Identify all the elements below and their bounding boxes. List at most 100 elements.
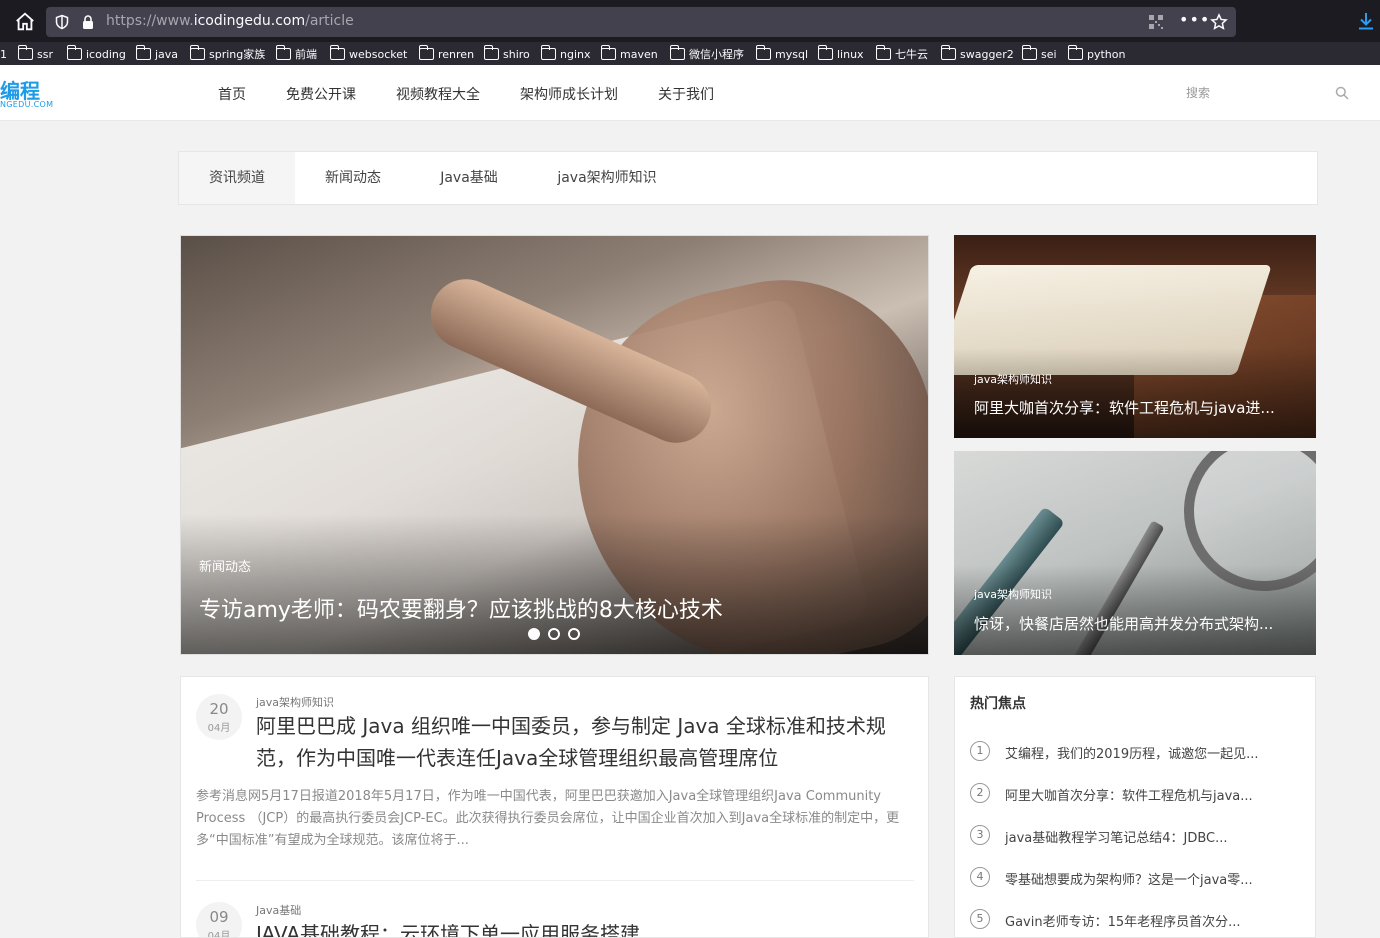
bookmark-label: ssr (37, 47, 53, 61)
bookmark-folder[interactable]: 前端 (276, 45, 317, 63)
bookmark-label: 微信小程序 (689, 48, 744, 61)
bookmark-folder[interactable]: swagger2 (941, 45, 1014, 63)
more-actions-icon[interactable]: ••• (1179, 10, 1209, 32)
bookmark-folder[interactable]: websocket (330, 45, 407, 63)
nav-architect-plan[interactable]: 架构师成长计划 (520, 84, 618, 104)
hot-topic-link[interactable]: 阿里大咖首次分享：软件工程危机与java... (1005, 785, 1253, 804)
folder-icon (756, 45, 771, 60)
search-input[interactable] (1178, 81, 1328, 105)
hot-topic-item[interactable]: 4 零基础想要成为架构师？这是一个java零... (970, 867, 1305, 889)
article-list: 20 04月 java架构师知识 阿里巴巴成 Java 组织唯一中国委员，参与制… (180, 676, 929, 938)
hot-topic-link[interactable]: 艾编程，我们的2019历程，诚邀您一起见... (1005, 743, 1258, 762)
qr-code-icon[interactable] (1148, 14, 1164, 30)
hot-topic-item[interactable]: 5 Gavin老师专访：15年老程序员首次分... (970, 909, 1305, 931)
bookmark-label: python (1087, 47, 1126, 61)
bookmark-label: mysql (775, 47, 808, 61)
shield-icon[interactable] (54, 14, 70, 30)
nav-home[interactable]: 首页 (218, 84, 246, 104)
hot-topic-link[interactable]: java基础教程学习笔记总结4：JDBC... (1005, 827, 1228, 846)
folder-icon (330, 45, 345, 60)
article-day: 09 (209, 908, 229, 926)
bookmark-label: 1 (0, 47, 7, 61)
slider-dot[interactable] (568, 628, 580, 640)
hot-topics-panel: 热门焦点 1 艾编程，我们的2019历程，诚邀您一起见... 2 阿里大咖首次分… (954, 676, 1316, 938)
hot-topic-link[interactable]: Gavin老师专访：15年老程序员首次分... (1005, 911, 1241, 930)
bookmark-label: spring家族 (209, 48, 266, 61)
slide-title[interactable]: 专访amy老师：码农要翻身？应该挑战的8大核心技术 (199, 592, 723, 624)
bookmark-label: swagger2 (960, 47, 1014, 61)
url-text[interactable]: https://www.icodingedu.com/article (106, 13, 354, 29)
slide-category: 新闻动态 (199, 560, 252, 575)
bookmark-item[interactable]: 1 (0, 45, 7, 63)
bookmark-folder[interactable]: mysql (756, 45, 808, 63)
nav-about-us[interactable]: 关于我们 (658, 84, 714, 104)
card-title[interactable]: 惊讶，快餐店居然也能用高并发分布式架构... (974, 613, 1273, 634)
folder-icon (67, 45, 82, 60)
folder-icon (941, 45, 956, 60)
search-icon[interactable] (1335, 86, 1349, 100)
tab-java-basics[interactable]: Java基础 (411, 152, 527, 204)
tab-java-architect[interactable]: java架构师知识 (527, 152, 687, 204)
site-logo[interactable]: 编程 NGEDU.COM (0, 75, 53, 111)
bookmark-folder[interactable]: linux (818, 45, 864, 63)
article-category[interactable]: Java基础 (256, 902, 301, 918)
card-overlay (954, 565, 1316, 655)
featured-slider[interactable]: 新闻动态 专访amy老师：码农要翻身？应该挑战的8大核心技术 (180, 235, 929, 655)
folder-icon (1022, 45, 1037, 60)
folder-icon (136, 45, 151, 60)
bookmark-folder[interactable]: python (1068, 45, 1125, 63)
hot-topic-item[interactable]: 2 阿里大咖首次分享：软件工程危机与java... (970, 783, 1305, 805)
article-summary: 参考消息网5月17日报道2018年5月17日，作为唯一中国代表，阿里巴巴获邀加入… (196, 789, 900, 848)
hot-topic-item[interactable]: 1 艾编程，我们的2019历程，诚邀您一起见... (970, 741, 1305, 763)
bookmark-folder[interactable]: icoding (67, 45, 126, 63)
bookmarks-bar: 1 ssr icoding java spring家族 前端 websocket… (0, 42, 1380, 65)
folder-icon (541, 45, 556, 60)
article-divider (196, 880, 914, 881)
bookmark-folder[interactable]: sei (1022, 45, 1057, 63)
rank-badge: 4 (970, 867, 990, 887)
browser-chrome: https://www.icodingedu.com/article ••• 1… (0, 0, 1380, 65)
article-category[interactable]: java架构师知识 (256, 694, 334, 710)
bookmark-folder[interactable]: maven (601, 45, 658, 63)
rank-badge: 1 (970, 741, 990, 761)
tab-news-channel[interactable]: 资讯频道 (179, 152, 295, 204)
bookmark-folder[interactable]: 微信小程序 (670, 45, 744, 63)
article-date: 09 04月 (196, 902, 242, 937)
card-overlay (954, 348, 1316, 438)
featured-card[interactable]: java架构师知识 阿里大咖首次分享：软件工程危机与java进... (954, 235, 1316, 438)
article-title[interactable]: 阿里巴巴成 Java 组织唯一中国委员，参与制定 Java 全球标准和技术规范，… (256, 710, 916, 774)
bookmark-label: linux (837, 47, 864, 61)
rank-badge: 2 (970, 783, 990, 803)
card-category: java架构师知识 (974, 588, 1053, 601)
card-title[interactable]: 阿里大咖首次分享：软件工程危机与java进... (974, 397, 1275, 418)
article-title[interactable]: JAVA基础教程：云环境下单一应用服务搭建 (256, 918, 916, 937)
tab-news-updates[interactable]: 新闻动态 (295, 152, 411, 204)
folder-icon (484, 45, 499, 60)
slider-dot[interactable] (528, 628, 540, 640)
bookmark-label: java (155, 47, 179, 61)
featured-card[interactable]: java架构师知识 惊讶，快餐店居然也能用高并发分布式架构... (954, 451, 1316, 655)
nav-video-tutorials[interactable]: 视频教程大全 (396, 84, 480, 104)
address-bar[interactable]: https://www.icodingedu.com/article ••• (46, 7, 1236, 37)
download-icon[interactable] (1356, 11, 1376, 31)
lock-icon[interactable] (80, 14, 96, 30)
folder-icon (419, 45, 434, 60)
bookmark-label: shiro (503, 47, 530, 61)
bookmark-label: renren (438, 47, 475, 61)
bookmark-folder[interactable]: 七牛云 (876, 45, 928, 63)
nav-free-courses[interactable]: 免费公开课 (286, 84, 356, 104)
bookmark-folder[interactable]: java (136, 45, 178, 63)
bookmark-folder[interactable]: nginx (541, 45, 591, 63)
article-day: 20 (209, 700, 229, 718)
bookmark-star-icon[interactable] (1210, 13, 1228, 31)
bookmark-folder[interactable]: shiro (484, 45, 530, 63)
hot-topic-item[interactable]: 3 java基础教程学习笔记总结4：JDBC... (970, 825, 1305, 847)
home-icon[interactable] (14, 11, 36, 33)
article-month: 04月 (207, 723, 231, 734)
slider-dot[interactable] (548, 628, 560, 640)
bookmark-folder[interactable]: ssr (18, 45, 53, 63)
channel-tabs: 资讯频道 新闻动态 Java基础 java架构师知识 (178, 151, 1318, 205)
bookmark-folder[interactable]: spring家族 (190, 45, 265, 63)
bookmark-folder[interactable]: renren (419, 45, 474, 63)
hot-topic-link[interactable]: 零基础想要成为架构师？这是一个java零... (1005, 869, 1253, 888)
